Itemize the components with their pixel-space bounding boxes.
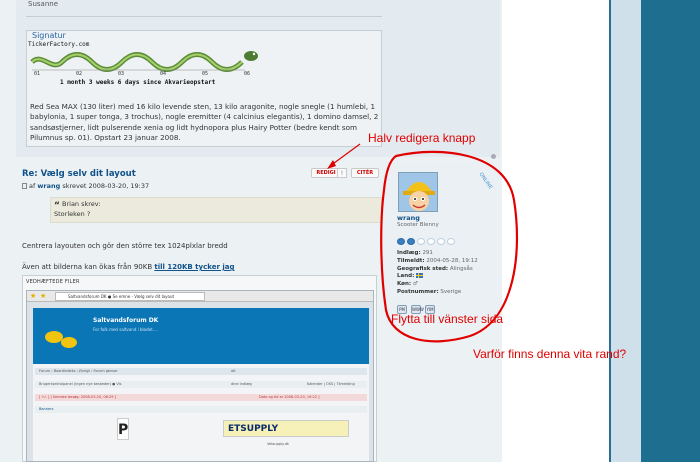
site-nav-row: Forum › Boardindeks › Øvrigt › Forum gen… (35, 368, 367, 375)
row-text: Brugerkontrolpanel (ingen nye beskeder) … (39, 382, 122, 386)
right-pale-strip (611, 0, 641, 462)
white-strip (502, 0, 610, 462)
row-text: dine indlæg (231, 382, 252, 386)
quote-author-text: Brian skrev: (62, 200, 101, 208)
attachments-label: VEDHÆFTEDE FILER (26, 279, 80, 285)
post-author-link[interactable]: wrang (37, 182, 60, 190)
settings-icon[interactable] (491, 154, 496, 159)
tick-label: 02 (76, 71, 83, 77)
post-meta: af wrang skrevet 2008-03-20, 19:37 (22, 182, 149, 190)
banners-row: Banners (35, 406, 367, 413)
site-header (33, 308, 369, 364)
site-date-row: [ +/- ] | Seneste besøg: 2008-03-20, 06:… (35, 394, 367, 401)
star-icon: ★ (30, 292, 37, 300)
row-text: alt (231, 369, 236, 373)
report-button[interactable]: ! (337, 168, 347, 178)
stat-gender: Køn: ♂ (397, 281, 418, 288)
ticker-site-label[interactable]: TickerFactory.com (28, 41, 89, 48)
male-icon: ♂ (412, 281, 418, 288)
tick-label: 05 (202, 71, 209, 77)
meta-prefix: af (29, 182, 36, 190)
avatar (398, 172, 438, 212)
stat-location: Geografisk sted: Alingsås (397, 265, 473, 272)
post-doc-icon[interactable] (22, 183, 27, 189)
rank-dot (427, 238, 435, 245)
attached-screenshot[interactable]: ★ ★ Saltvandsforum DK ● Se emne - Vælg s… (26, 290, 374, 462)
post-body-line: Även att bilderna kan ökas från 90KB til… (22, 263, 234, 271)
annotation-strip-note: Varför finns denna vita rand? (473, 347, 627, 361)
star-icon: ★ (40, 292, 47, 300)
rank-dot (437, 238, 445, 245)
rank-dot (407, 238, 415, 245)
ticker-text: 1 month 3 weeks 6 days since Akvarieopst… (60, 79, 216, 86)
rank-dot (447, 238, 455, 245)
post-body-line: Centrera layouten och gör den större tex… (22, 242, 228, 250)
body-text: Även att bilderna kan ökas från 90KB (22, 263, 153, 271)
stat-posts: Indlæg: 291 (397, 250, 433, 256)
banner-logo-left: P (117, 418, 129, 440)
profile-username[interactable]: wrang (397, 214, 420, 222)
rank-indicator (397, 230, 467, 245)
avatar-bob-icon (399, 173, 437, 211)
separator (26, 16, 382, 17)
signature-label: Signatur (32, 31, 66, 40)
profile-rank: Scooter Blenny (397, 222, 439, 228)
quote-text: Storleken ? (54, 210, 91, 218)
row-text: Kalender | OSS | Tilmelding (307, 382, 355, 386)
stat-country: Land: (397, 273, 478, 281)
stat-joined: Tilmeldt: 2004-05-28, 19:12 (397, 257, 478, 264)
annotation-edit-note: Halv redigera knapp (368, 131, 476, 145)
rank-dot (397, 238, 405, 245)
banner-logo-right[interactable]: ETSUPPLY (223, 420, 349, 437)
tick-label: 04 (160, 71, 167, 77)
signature-text: Red Sea MAX (130 liter) med 16 kilo leve… (30, 102, 379, 143)
profile-contact-icons: PM WWW YIM (397, 296, 439, 314)
annotation-profile-note: Flytta till vänster sida (391, 312, 504, 326)
fish-logo-icon (61, 337, 77, 348)
body-link[interactable]: till 120KB tycker jag (154, 263, 234, 271)
previous-post-author: Susanne (28, 0, 58, 8)
tick-label: 03 (118, 71, 125, 77)
quote-button[interactable]: CITÉR (351, 168, 379, 178)
rank-dot (417, 238, 425, 245)
site-title: Saltvandsforum DK (93, 317, 159, 324)
sweden-flag-icon (416, 273, 424, 279)
snake-ticker-image[interactable] (30, 48, 260, 74)
profile-stats: Indlæg: 291 Tilmeldt: 2004-05-28, 19:12 … (397, 250, 478, 297)
right-blue-bar (641, 0, 700, 462)
browser-tab: Saltvandsforum DK ● Se emne - Vælg selv … (55, 292, 205, 301)
row-text: Dato og tid er 2008-03-20, 19:22 ] (259, 395, 320, 399)
banner-caption: Velaupply.dk (267, 442, 289, 446)
tick-label: 06 (244, 71, 251, 77)
row-text: [ +/- ] | Seneste besøg: 2008-03-20, 06:… (39, 395, 116, 399)
post-title[interactable]: Re: Vælg selv dit layout (22, 169, 136, 179)
tick-label: 01 (34, 71, 41, 77)
row-text: Forum › Boardindeks › Øvrigt › Forum gen… (39, 369, 118, 373)
site-subtitle: For folk med saltvand i blodet.... (93, 327, 158, 332)
site-user-row: Brugerkontrolpanel (ingen nye beskeder) … (35, 381, 367, 388)
page: Susanne Signatur TickerFactory.com 01 02… (0, 0, 700, 462)
meta-timestamp: skrevet 2008-03-20, 19:37 (62, 182, 150, 190)
